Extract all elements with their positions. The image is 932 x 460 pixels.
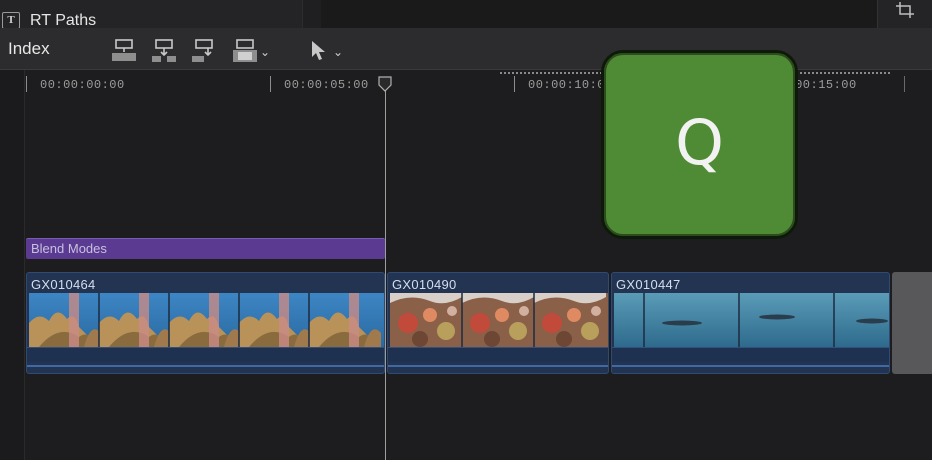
ruler-tick: [26, 76, 27, 92]
clip-filmstrip: [390, 293, 608, 347]
ruler-timecode: 00:00:05:00: [284, 78, 369, 92]
clip-name: GX010464: [31, 277, 96, 292]
clip-filmstrip: [29, 293, 384, 347]
clip-name: GX010490: [392, 277, 457, 292]
coral-thumbnails: [390, 293, 608, 347]
video-clip[interactable]: GX010490: [387, 272, 609, 374]
crop-icon[interactable]: [896, 2, 916, 18]
select-tool-icon[interactable]: [306, 37, 334, 63]
insert-clip-icon[interactable]: [150, 37, 178, 63]
overwrite-clip-icon[interactable]: [231, 37, 259, 63]
panel-divider[interactable]: [302, 0, 322, 28]
audio-level-line: [27, 365, 384, 367]
connect-clip-icon[interactable]: [110, 37, 138, 63]
playhead-handle-icon[interactable]: [378, 76, 392, 92]
playhead[interactable]: [385, 82, 386, 460]
viewer-panel: [321, 0, 877, 28]
keystroke-key: Q: [675, 106, 724, 179]
index-button[interactable]: Index: [8, 39, 50, 59]
video-clip[interactable]: GX010447: [611, 272, 890, 374]
timeline-gutter: [0, 70, 25, 460]
audio-level-line: [388, 365, 608, 367]
audio-waveform: [612, 347, 889, 362]
timeline-end-area: [892, 272, 932, 374]
reef-thumbnails: [29, 293, 384, 347]
ruler-tick: [270, 76, 271, 92]
chevron-down-icon[interactable]: ⌄: [260, 45, 270, 59]
audio-level-line: [612, 365, 889, 367]
ruler-tick: [514, 76, 515, 92]
video-clip[interactable]: GX010464: [26, 272, 385, 374]
audio-waveform: [27, 347, 384, 362]
title-clip-label: Blend Modes: [31, 241, 107, 256]
ruler-timecode: 00:00:00:00: [40, 78, 125, 92]
ruler-tick: [904, 76, 905, 92]
title-icon: T: [2, 12, 20, 29]
fish-thumbnails: [614, 293, 889, 347]
clip-name: GX010447: [616, 277, 681, 292]
chevron-down-icon[interactable]: ⌄: [333, 45, 343, 59]
clip-filmstrip: [614, 293, 889, 347]
audio-waveform: [388, 347, 608, 362]
append-clip-icon[interactable]: [190, 37, 218, 63]
ruler-timecode: 00:00:10:00: [528, 78, 613, 92]
